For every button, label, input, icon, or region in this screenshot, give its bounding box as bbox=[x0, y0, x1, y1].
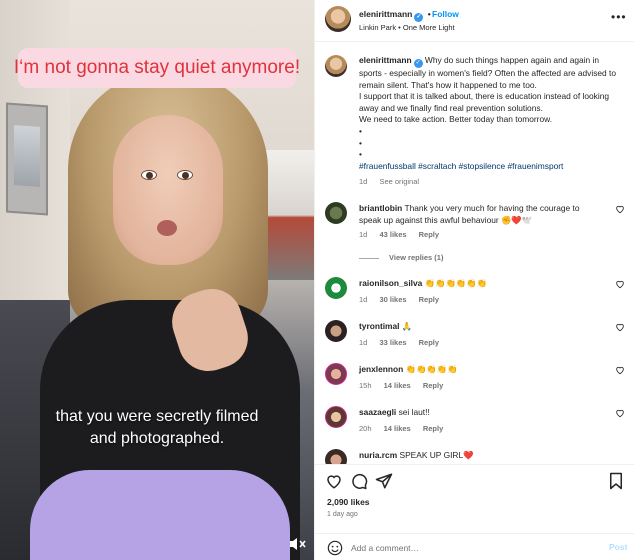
caption-bullet: • bbox=[359, 149, 362, 160]
avatar[interactable] bbox=[325, 406, 347, 428]
comment-text: saazaegli sei laut!! bbox=[359, 406, 603, 418]
comment-meta: 15h 14 likes Reply bbox=[359, 381, 453, 390]
bookmark-icon[interactable] bbox=[607, 472, 625, 490]
comment-meta: 1d 30 likes Reply bbox=[359, 295, 449, 304]
add-comment-row: Post bbox=[315, 533, 634, 560]
caption-bullet: • bbox=[359, 137, 362, 148]
comment-username[interactable]: nuria.rcm bbox=[359, 450, 397, 460]
video-person-eye-left bbox=[141, 170, 157, 180]
avatar[interactable] bbox=[325, 6, 351, 32]
see-original-link[interactable]: See original bbox=[379, 177, 419, 186]
video-caption-line-1: that you were secretly filmed bbox=[55, 408, 259, 425]
video-person-face bbox=[113, 115, 223, 265]
avatar[interactable] bbox=[325, 320, 347, 342]
comment-text: raionilson_silva 👏👏👏👏👏👏 bbox=[359, 277, 603, 289]
reply-button[interactable]: Reply bbox=[423, 381, 443, 390]
comment-username[interactable]: tyrontimal bbox=[359, 321, 400, 331]
follow-button[interactable]: Follow bbox=[432, 9, 459, 19]
comment-body: 🙏 bbox=[401, 321, 413, 331]
avatar[interactable] bbox=[325, 363, 347, 385]
heart-icon[interactable] bbox=[615, 279, 625, 289]
reply-button[interactable]: Reply bbox=[419, 338, 439, 347]
heart-icon[interactable] bbox=[615, 365, 625, 375]
comment-username[interactable]: briantlobin bbox=[359, 203, 402, 213]
avatar[interactable] bbox=[325, 202, 347, 224]
music-link[interactable]: Linkin Park • One More Light bbox=[359, 23, 455, 32]
post-actions: 2,090 likes 1 day ago Post bbox=[315, 464, 634, 560]
more-icon[interactable]: ••• bbox=[611, 10, 627, 24]
video-caption-line-2: and photographed. bbox=[89, 430, 225, 447]
comment-time: 15h bbox=[359, 381, 372, 390]
comment-text: nuria.rcm SPEAK UP GIRL❤️ bbox=[359, 449, 603, 461]
avatar[interactable] bbox=[325, 55, 347, 77]
header-separator: • bbox=[427, 9, 431, 19]
comment-likes[interactable]: 14 likes bbox=[384, 424, 411, 433]
comment-meta: 1d 43 likes Reply bbox=[359, 230, 449, 239]
likes-count[interactable]: 2,090 likes bbox=[327, 497, 370, 507]
comment-likes[interactable]: 33 likes bbox=[379, 338, 406, 347]
video-caption-top: I‘m not gonna stay quiet anymore! bbox=[14, 48, 300, 88]
comment-text: jenxlennon 👏👏👏👏👏 bbox=[359, 363, 603, 375]
heart-icon[interactable] bbox=[615, 204, 625, 214]
comment-text: briantlobin Thank you very much for havi… bbox=[359, 202, 603, 226]
video-person-eye-right bbox=[177, 170, 193, 180]
comment-likes[interactable]: 43 likes bbox=[379, 230, 406, 239]
comment-meta: 20h 14 likes Reply bbox=[359, 424, 453, 433]
caption-time: 1d bbox=[359, 177, 368, 187]
post-age: 1 day ago bbox=[327, 511, 358, 518]
add-comment-input[interactable] bbox=[351, 540, 601, 556]
emoji-icon[interactable] bbox=[327, 540, 343, 556]
caption-line-3: We need to take action. Better today tha… bbox=[359, 114, 553, 125]
video-player[interactable]: I‘m not gonna stay quiet anymore! that y… bbox=[0, 0, 314, 560]
comment-body: 👏👏👏👏👏👏 bbox=[424, 278, 488, 288]
caption-meta: 1d See original bbox=[359, 176, 621, 188]
comment-body: 👏👏👏👏👏 bbox=[405, 364, 458, 374]
caption-text: elenirittmann ✓ Why do such things happen… bbox=[359, 55, 621, 188]
comment-username[interactable]: saazaegli bbox=[359, 407, 396, 417]
comment-time: 1d bbox=[359, 338, 368, 347]
comment-time: 20h bbox=[359, 424, 372, 433]
video-wall-picture bbox=[6, 102, 48, 216]
instagram-post-modal: I‘m not gonna stay quiet anymore! that y… bbox=[0, 0, 634, 560]
caption-line-2: I support that it is talked about, there… bbox=[359, 91, 610, 113]
reply-button[interactable]: Reply bbox=[419, 295, 439, 304]
heart-icon[interactable] bbox=[615, 322, 625, 332]
reply-button[interactable]: Reply bbox=[423, 424, 443, 433]
share-icon[interactable] bbox=[375, 472, 393, 490]
header-username[interactable]: elenirittmann ✓ • bbox=[359, 9, 433, 22]
reply-button[interactable]: Reply bbox=[419, 230, 439, 239]
video-person-pants bbox=[30, 470, 290, 560]
comment-meta: 1d 33 likes Reply bbox=[359, 338, 449, 347]
video-caption-bottom: that you were secretly filmed and photog… bbox=[0, 406, 314, 450]
caption-hashtags[interactable]: #frauenfussball #scraltach #stopsilence … bbox=[359, 161, 563, 171]
caption-bullet: • bbox=[359, 125, 362, 136]
heart-icon[interactable] bbox=[615, 408, 625, 418]
post-sidebar: elenirittmann ✓ • Follow Linkin Park • On… bbox=[314, 0, 634, 560]
verified-icon: ✓ bbox=[413, 59, 423, 68]
comment-username[interactable]: raionilson_silva bbox=[359, 278, 422, 288]
video-person-mouth bbox=[157, 220, 177, 236]
comment-username[interactable]: jenxlennon bbox=[359, 364, 403, 374]
caption-username[interactable]: elenirittmann bbox=[359, 55, 412, 65]
post-button[interactable]: Post bbox=[609, 542, 627, 552]
comment-text: tyrontimal 🙏 bbox=[359, 320, 603, 332]
comment-time: 1d bbox=[359, 295, 368, 304]
comment-icon[interactable] bbox=[350, 472, 368, 490]
header-username-text[interactable]: elenirittmann bbox=[359, 9, 412, 19]
avatar[interactable] bbox=[325, 449, 347, 464]
comments-list[interactable]: elenirittmann ✓ Why do such things happen… bbox=[315, 43, 634, 464]
comment-time: 1d bbox=[359, 230, 368, 239]
post-header: elenirittmann ✓ • Follow Linkin Park • On… bbox=[315, 0, 634, 42]
comment-body: SPEAK UP GIRL❤️ bbox=[399, 450, 474, 460]
view-replies-button[interactable]: View replies (1) bbox=[359, 253, 443, 262]
avatar[interactable] bbox=[325, 277, 347, 299]
verified-icon: ✓ bbox=[414, 13, 424, 22]
comment-body: sei laut!! bbox=[398, 407, 430, 417]
comment-likes[interactable]: 30 likes bbox=[379, 295, 406, 304]
comment-likes[interactable]: 14 likes bbox=[384, 381, 411, 390]
heart-icon[interactable] bbox=[325, 472, 343, 490]
mute-icon[interactable] bbox=[288, 536, 306, 552]
